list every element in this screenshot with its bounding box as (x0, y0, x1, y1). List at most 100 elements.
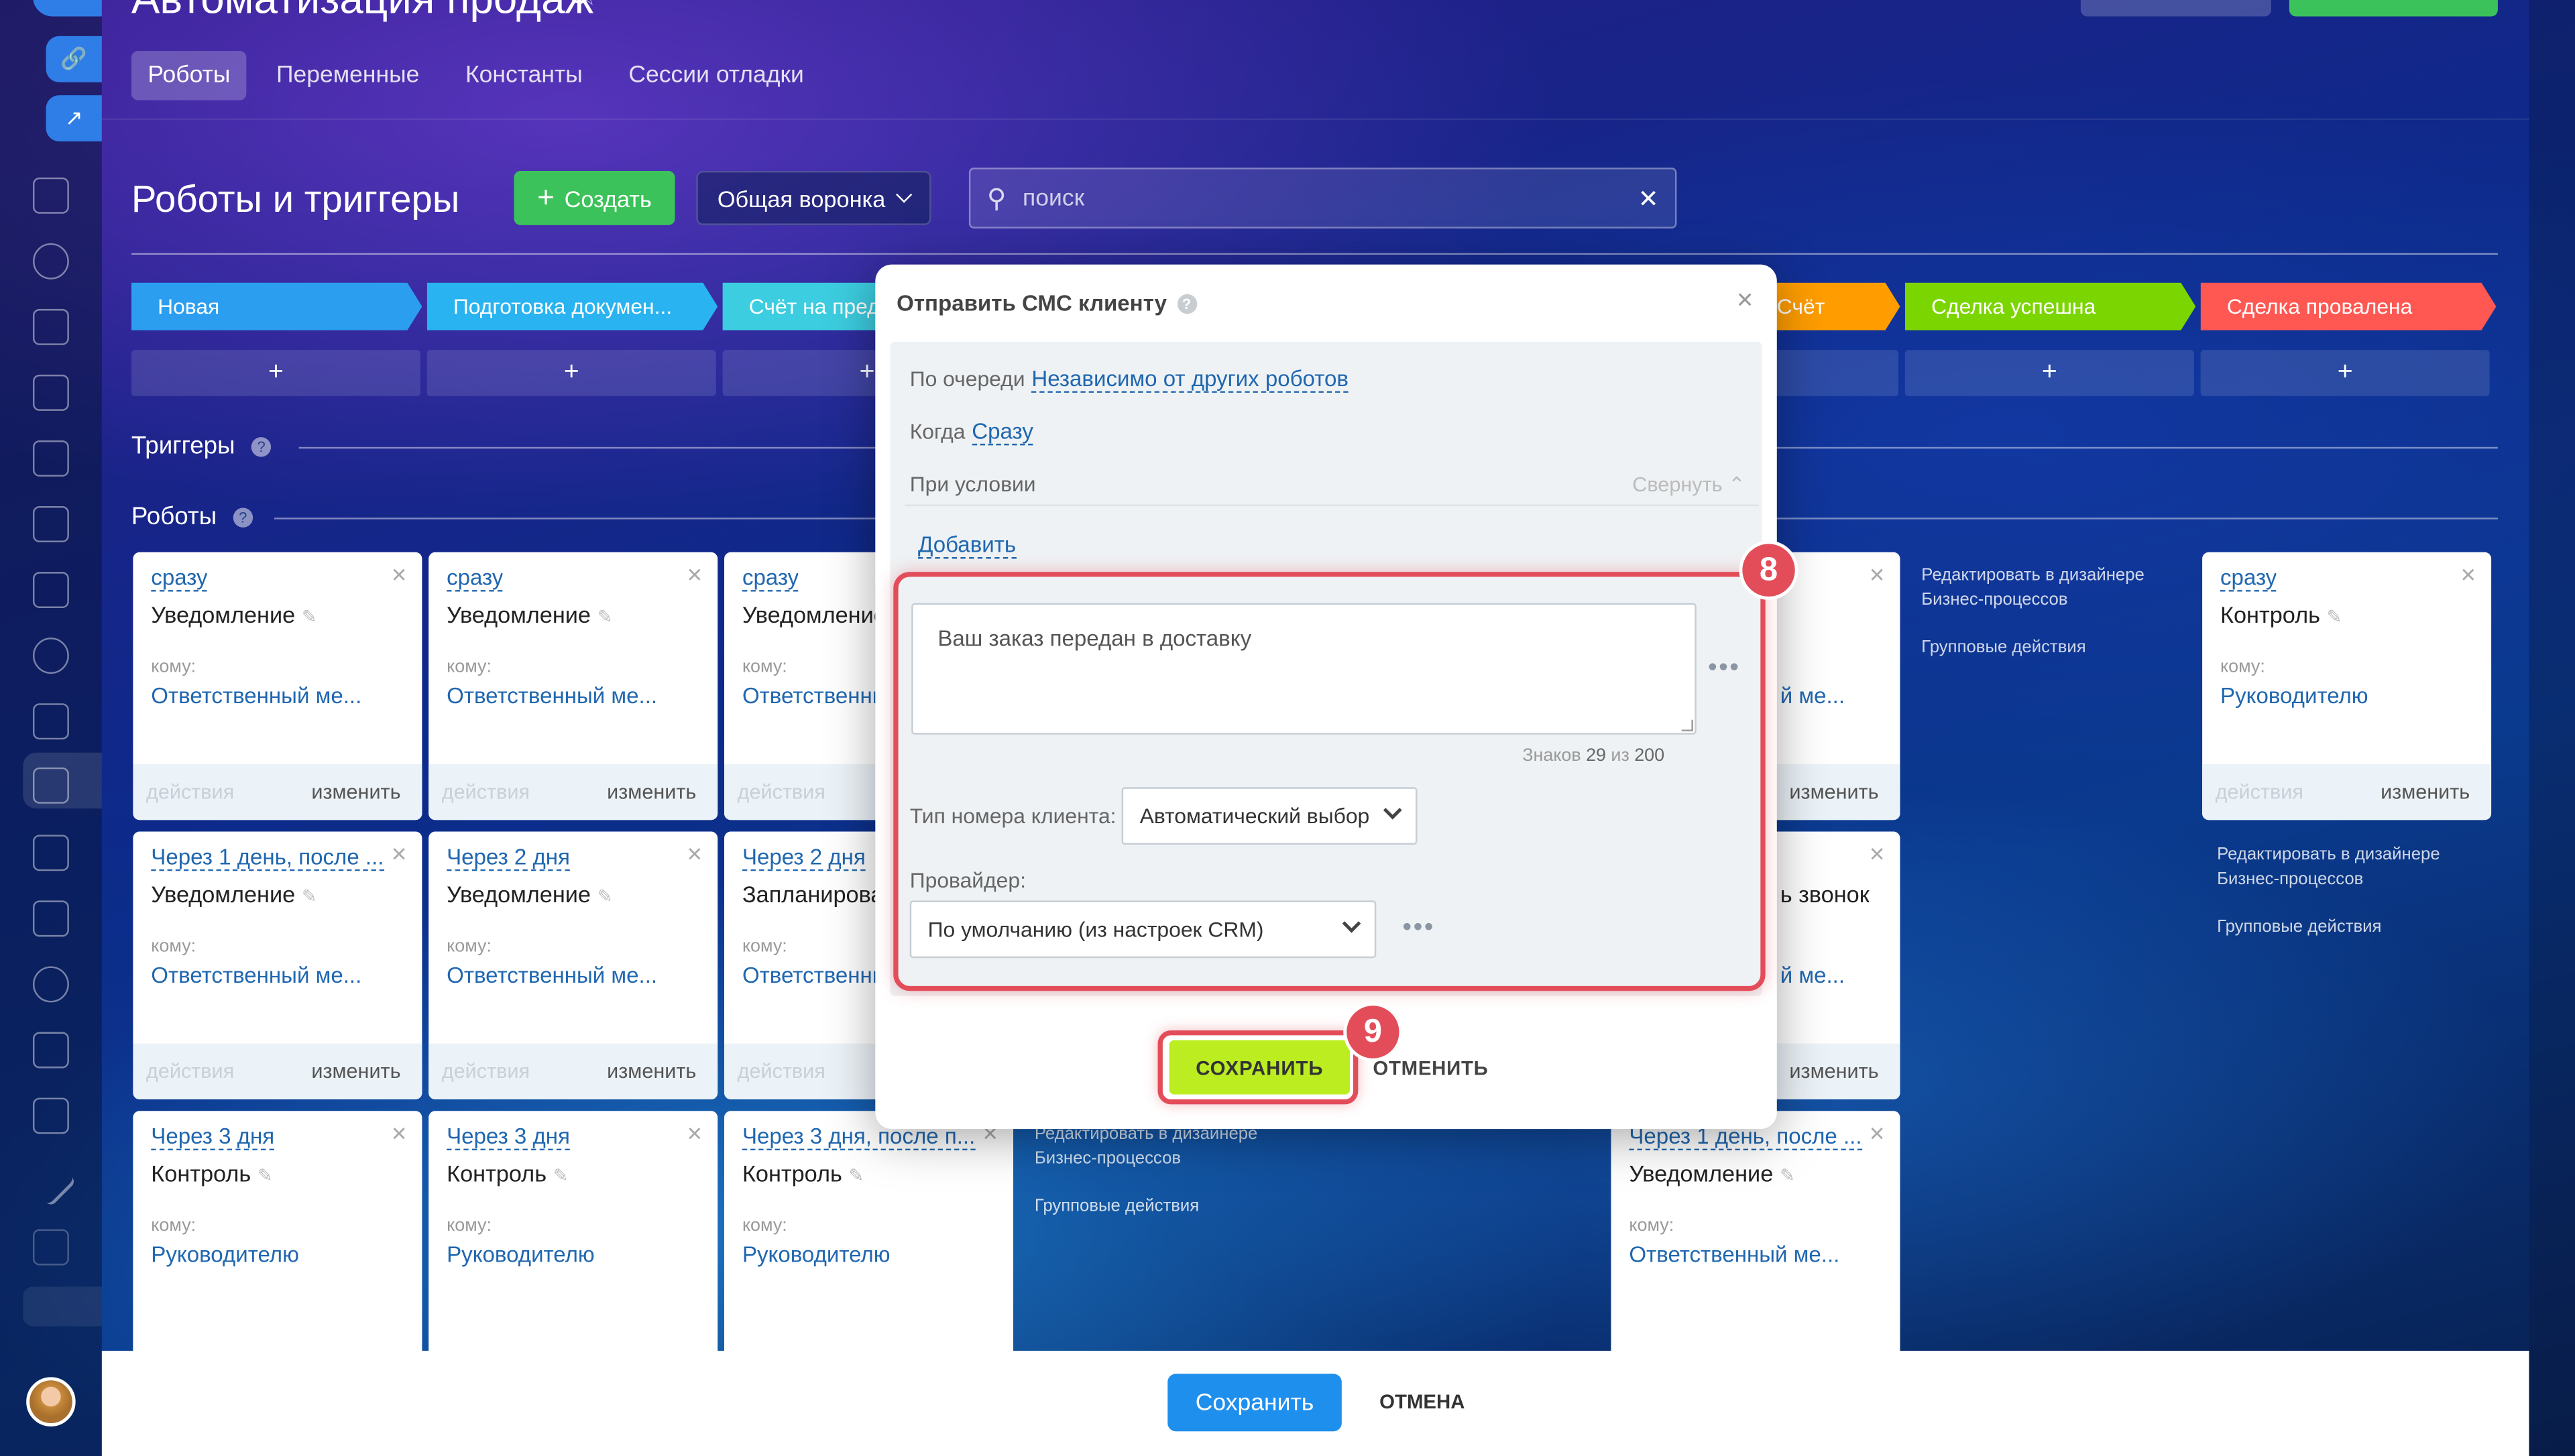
pencil-icon[interactable]: ✎ (302, 608, 317, 627)
checkbox-icon[interactable] (32, 703, 69, 740)
briefcase-icon[interactable] (32, 900, 69, 937)
cancel-button[interactable]: ОТМЕНА (1379, 1390, 1465, 1413)
calendar-icon[interactable] (32, 308, 69, 345)
help-icon[interactable]: ? (233, 507, 253, 528)
robot-card[interactable]: Через 3 дня, после п... ✕ Контроль ✎ кому… (724, 1111, 1014, 1379)
more-dots-icon[interactable]: ••• (1708, 654, 1741, 684)
resize-handle-icon[interactable] (1681, 719, 1693, 731)
pencil-icon[interactable] (25, 1156, 77, 1207)
sms-message-textarea[interactable]: Ваш заказ передан в доставку (911, 603, 1697, 735)
recipient-value[interactable]: Ответственный ме... (447, 963, 657, 988)
user-avatar[interactable] (26, 1377, 76, 1427)
actions-link[interactable]: действия (442, 780, 530, 803)
robot-card[interactable]: Через 1 день, после ... ✕ Уведомление ✎ к… (1611, 1111, 1900, 1379)
robot-card[interactable]: сразу ✕ Контроль ✎ кому: Руководителю дей… (2202, 552, 2492, 821)
add-trigger-button[interactable]: + (2200, 350, 2490, 396)
change-link[interactable]: изменить (1789, 1060, 1878, 1083)
collapse-toggle[interactable]: Свернуть ⌃ (1632, 472, 1745, 496)
users-icon[interactable] (32, 638, 69, 674)
robot-delay[interactable]: сразу (447, 565, 504, 592)
group-actions-link[interactable]: Групповые действия (2217, 915, 2381, 940)
link-icon[interactable]: 🔗 (46, 36, 102, 82)
more-dots-icon[interactable]: ••• (1402, 914, 1435, 943)
stage-documents[interactable]: Подготовка докумен... (427, 283, 718, 330)
close-icon[interactable]: ✕ (391, 564, 408, 587)
mail-icon[interactable] (32, 572, 69, 609)
robot-card[interactable]: сразу ✕ Уведомление ✎ кому: Ответственный… (428, 552, 718, 821)
actions-link[interactable]: действия (738, 1060, 825, 1083)
robot-card[interactable]: Через 1 день, после ... ✕ Уведомление ✎ к… (133, 831, 422, 1100)
robot-delay[interactable]: Через 1 день, после ... (151, 845, 384, 871)
tab-robots[interactable]: Роботы (131, 50, 247, 101)
actions-link[interactable]: действия (442, 1060, 530, 1083)
close-icon[interactable]: ✕ (1869, 843, 1886, 866)
add-trigger-button[interactable]: + (1904, 350, 2194, 396)
robot-delay[interactable]: Через 3 дня (151, 1124, 275, 1151)
actions-link[interactable]: действия (738, 780, 825, 803)
pencil-icon[interactable]: ✎ (597, 888, 613, 907)
recipient-value[interactable]: Ответственный ме... (151, 684, 361, 709)
when-value-link[interactable]: Сразу (972, 419, 1033, 446)
help-icon[interactable]: ? (251, 437, 272, 457)
stage-new[interactable]: Новая (131, 283, 422, 330)
robot-delay[interactable]: сразу (742, 565, 799, 592)
hexagon-icon[interactable] (32, 243, 69, 280)
create-button[interactable]: + Создать (514, 170, 675, 225)
tag-icon[interactable] (32, 1097, 69, 1134)
recipient-value[interactable]: Ответственный ме... (447, 684, 657, 709)
recipient-value[interactable]: Руководителю (742, 1242, 891, 1267)
sidebar-top-button[interactable] (32, 0, 102, 17)
dialog-cancel-button[interactable]: ОТМЕНИТЬ (1373, 1056, 1488, 1079)
contact-card-icon[interactable] (32, 440, 69, 477)
robot-delay[interactable]: Через 2 дня (447, 845, 570, 871)
pencil-icon[interactable]: ✎ (302, 888, 317, 907)
edit-in-designer-link[interactable]: Редактировать в дизайнере Бизнес-процесс… (2217, 843, 2488, 893)
recipient-value[interactable]: Руководителю (151, 1242, 299, 1267)
stage-success[interactable]: Сделка успешна (1905, 283, 2195, 330)
provider-select[interactable]: По умолчанию (из настроек CRM) (909, 900, 1377, 959)
close-icon[interactable]: ✕ (1736, 288, 1754, 314)
recipient-value[interactable]: й ме... (1780, 963, 1845, 988)
recipient-value[interactable]: й ме... (1780, 684, 1845, 709)
close-icon[interactable]: ✕ (391, 1122, 408, 1145)
tab-variables[interactable]: Переменные (260, 51, 435, 101)
actions-link[interactable]: действия (146, 1060, 234, 1083)
star-icon[interactable]: ☆ (575, 0, 598, 13)
add-trigger-button[interactable]: + (426, 350, 716, 396)
recipient-value[interactable]: Руководителю (2220, 684, 2368, 709)
close-icon[interactable]: ✕ (687, 1122, 703, 1145)
stage-failed[interactable]: Сделка провалена (2201, 283, 2497, 330)
edit-in-designer-link[interactable]: Редактировать в дизайнере Бизнес-процесс… (1035, 1122, 1314, 1172)
add-trigger-button[interactable]: + (131, 350, 420, 396)
extensions-button[interactable] (2080, 0, 2271, 17)
close-icon[interactable]: ✕ (687, 843, 703, 866)
pencil-icon[interactable]: ✎ (597, 608, 613, 627)
add-condition-link[interactable]: Добавить (917, 532, 1017, 559)
edit-in-designer-link[interactable]: Редактировать в дизайнере Бизнес-процесс… (1921, 564, 2184, 613)
close-icon[interactable]: ✕ (1869, 1122, 1886, 1145)
close-icon[interactable]: ✕ (391, 843, 408, 866)
robot-card[interactable]: Через 3 дня ✕ Контроль ✎ кому: Руководите… (428, 1111, 718, 1379)
clear-icon[interactable]: ✕ (1638, 183, 1659, 213)
robot-card[interactable]: Через 2 дня ✕ Уведомление ✎ кому: Ответст… (428, 831, 718, 1100)
pencil-icon[interactable]: ✎ (2327, 608, 2342, 627)
calendar-list-icon[interactable] (32, 835, 69, 871)
group-icon[interactable] (32, 1229, 69, 1266)
actions-link[interactable]: действия (2216, 780, 2303, 803)
change-link[interactable]: изменить (607, 780, 696, 803)
group-actions-link[interactable]: Групповые действия (1035, 1195, 1199, 1219)
external-link-icon[interactable]: ↗ (46, 95, 102, 141)
robot-delay[interactable]: сразу (151, 565, 208, 592)
tab-debug-sessions[interactable]: Сессии отладки (612, 51, 820, 101)
number-type-select[interactable]: Автоматический выбор (1121, 787, 1418, 845)
robot-delay[interactable]: Через 2 дня (742, 845, 866, 871)
group-actions-link[interactable]: Групповые действия (1921, 636, 2085, 661)
close-icon[interactable]: ✕ (1869, 564, 1886, 587)
search-input[interactable] (1023, 184, 1622, 212)
change-link[interactable]: изменить (2381, 780, 2470, 803)
close-icon[interactable]: ✕ (2460, 564, 2476, 587)
document-icon[interactable] (32, 177, 69, 214)
filter-icon[interactable] (32, 767, 69, 804)
target-icon[interactable] (32, 966, 69, 1003)
robot-card[interactable]: Через 3 дня ✕ Контроль ✎ кому: Руководите… (133, 1111, 422, 1379)
